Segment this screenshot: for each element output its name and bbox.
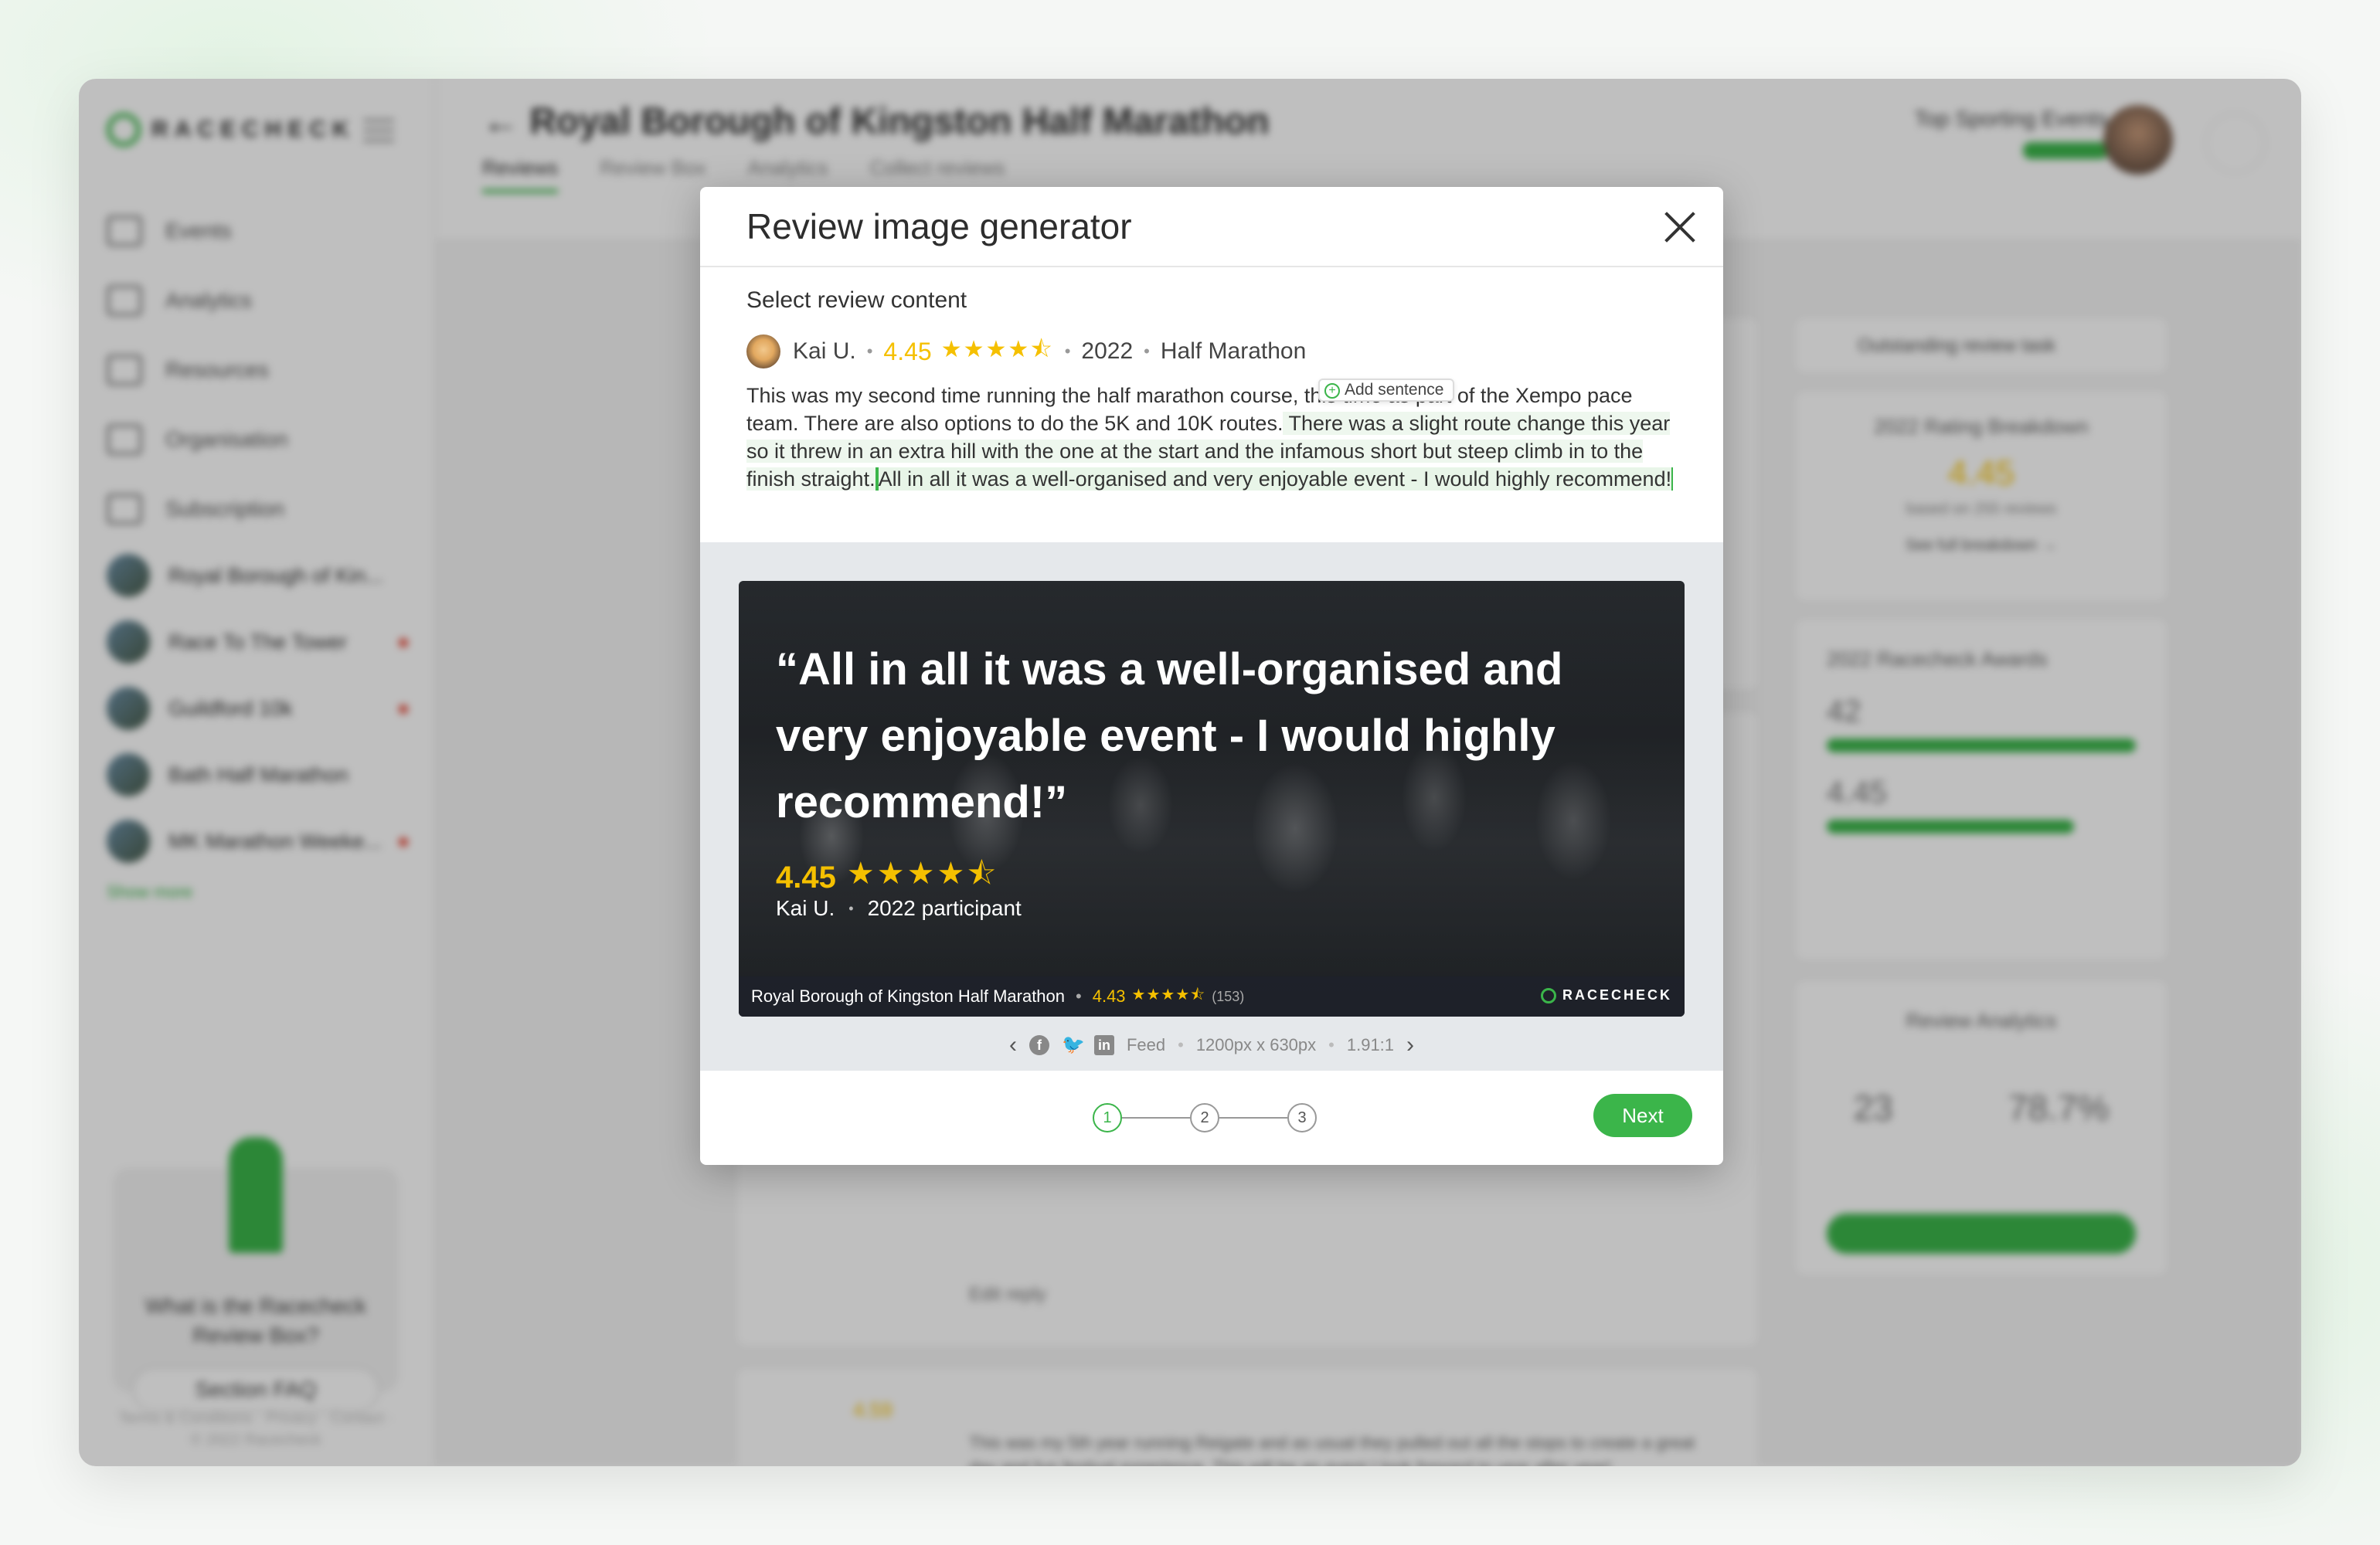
modal-title: Review image generator <box>746 206 1132 246</box>
step-1: 1 <box>1093 1103 1122 1132</box>
preview-brand: RACECHECK <box>1562 987 1672 1003</box>
star-rating-icon: ★★★★⯪ <box>940 336 1054 362</box>
modal-header: Review image generator <box>700 187 1723 267</box>
review-category: Half Marathon <box>1160 338 1307 364</box>
review-sentence[interactable]: This was my second time running the half… <box>746 384 1326 407</box>
review-meta: Kai U. • 4.45 ★★★★⯪ • 2022 • Half Marath… <box>746 334 1306 369</box>
step-connector <box>1219 1117 1287 1119</box>
step-3: 3 <box>1287 1103 1317 1132</box>
generated-review-image: “All in all it was a well-organised and … <box>739 581 1685 1017</box>
reviewer-name: Kai U. <box>793 338 856 364</box>
preview-event-rating: 4.43 <box>1092 986 1126 1006</box>
review-sentence-selected[interactable]: All in all it was a well-organised and v… <box>876 467 1674 491</box>
separator-dot: • <box>1328 1035 1334 1054</box>
format-ratio: 1.91:1 <box>1346 1035 1395 1054</box>
format-label: Feed <box>1126 1035 1166 1054</box>
separator-dot: • <box>848 900 854 916</box>
step-indicator: 1 2 3 <box>1093 1103 1317 1132</box>
review-text: This was my second time running the half… <box>746 382 1674 493</box>
twitter-icon: 🐦 <box>1061 1034 1085 1055</box>
add-sentence-label: Add sentence <box>1345 381 1444 399</box>
preview-byline: Kai U. • 2022 participant <box>776 896 1022 921</box>
review-year: 2022 <box>1081 338 1134 364</box>
plus-circle-icon: + <box>1324 383 1340 399</box>
facebook-icon: f <box>1028 1035 1049 1055</box>
preview-area: “All in all it was a well-organised and … <box>700 542 1723 1071</box>
separator-dot: • <box>1178 1035 1184 1054</box>
racecheck-logo: RACECHECK <box>1540 987 1672 1003</box>
separator-dot: • <box>866 341 873 361</box>
modal-footer: 1 2 3 Next <box>700 1071 1723 1165</box>
close-icon[interactable] <box>1663 210 1697 244</box>
next-button[interactable]: Next <box>1593 1094 1692 1137</box>
preview-reviewer: Kai U. <box>776 896 835 920</box>
preview-participant: 2022 participant <box>867 896 1022 920</box>
preview-rating-number: 4.45 <box>776 860 836 895</box>
preview-event-count: (153) <box>1212 988 1245 1004</box>
star-rating-icon: ★★★★⯪ <box>1131 986 1206 1003</box>
separator-dot: • <box>1144 341 1150 361</box>
linkedin-icon: in <box>1093 1035 1114 1055</box>
chevron-left-icon[interactable]: ‹ <box>1009 1032 1017 1058</box>
separator-dot: • <box>1064 341 1071 361</box>
racecheck-logo-icon <box>1540 987 1556 1003</box>
review-image-generator-modal: Review image generator Select review con… <box>700 187 1723 1165</box>
step-connector <box>1122 1117 1190 1119</box>
select-review-content-label: Select review content <box>746 287 967 313</box>
format-selector: ‹ f 🐦 in Feed • 1200px x 630px • 1.91:1 … <box>700 1032 1723 1058</box>
format-size: 1200px x 630px <box>1195 1035 1317 1054</box>
review-rating: 4.45 <box>883 337 932 365</box>
preview-footer-bar: Royal Borough of Kingston Half Marathon … <box>739 976 1685 1017</box>
chevron-right-icon[interactable]: › <box>1406 1032 1414 1058</box>
preview-quote: “All in all it was a well-organised and … <box>776 644 1563 827</box>
reviewer-avatar <box>746 334 780 368</box>
add-sentence-button[interactable]: + Add sentence <box>1318 379 1455 402</box>
separator-dot: • <box>1076 986 1082 1006</box>
preview-event-name: Royal Borough of Kingston Half Marathon <box>751 986 1066 1006</box>
step-2: 2 <box>1190 1103 1219 1132</box>
